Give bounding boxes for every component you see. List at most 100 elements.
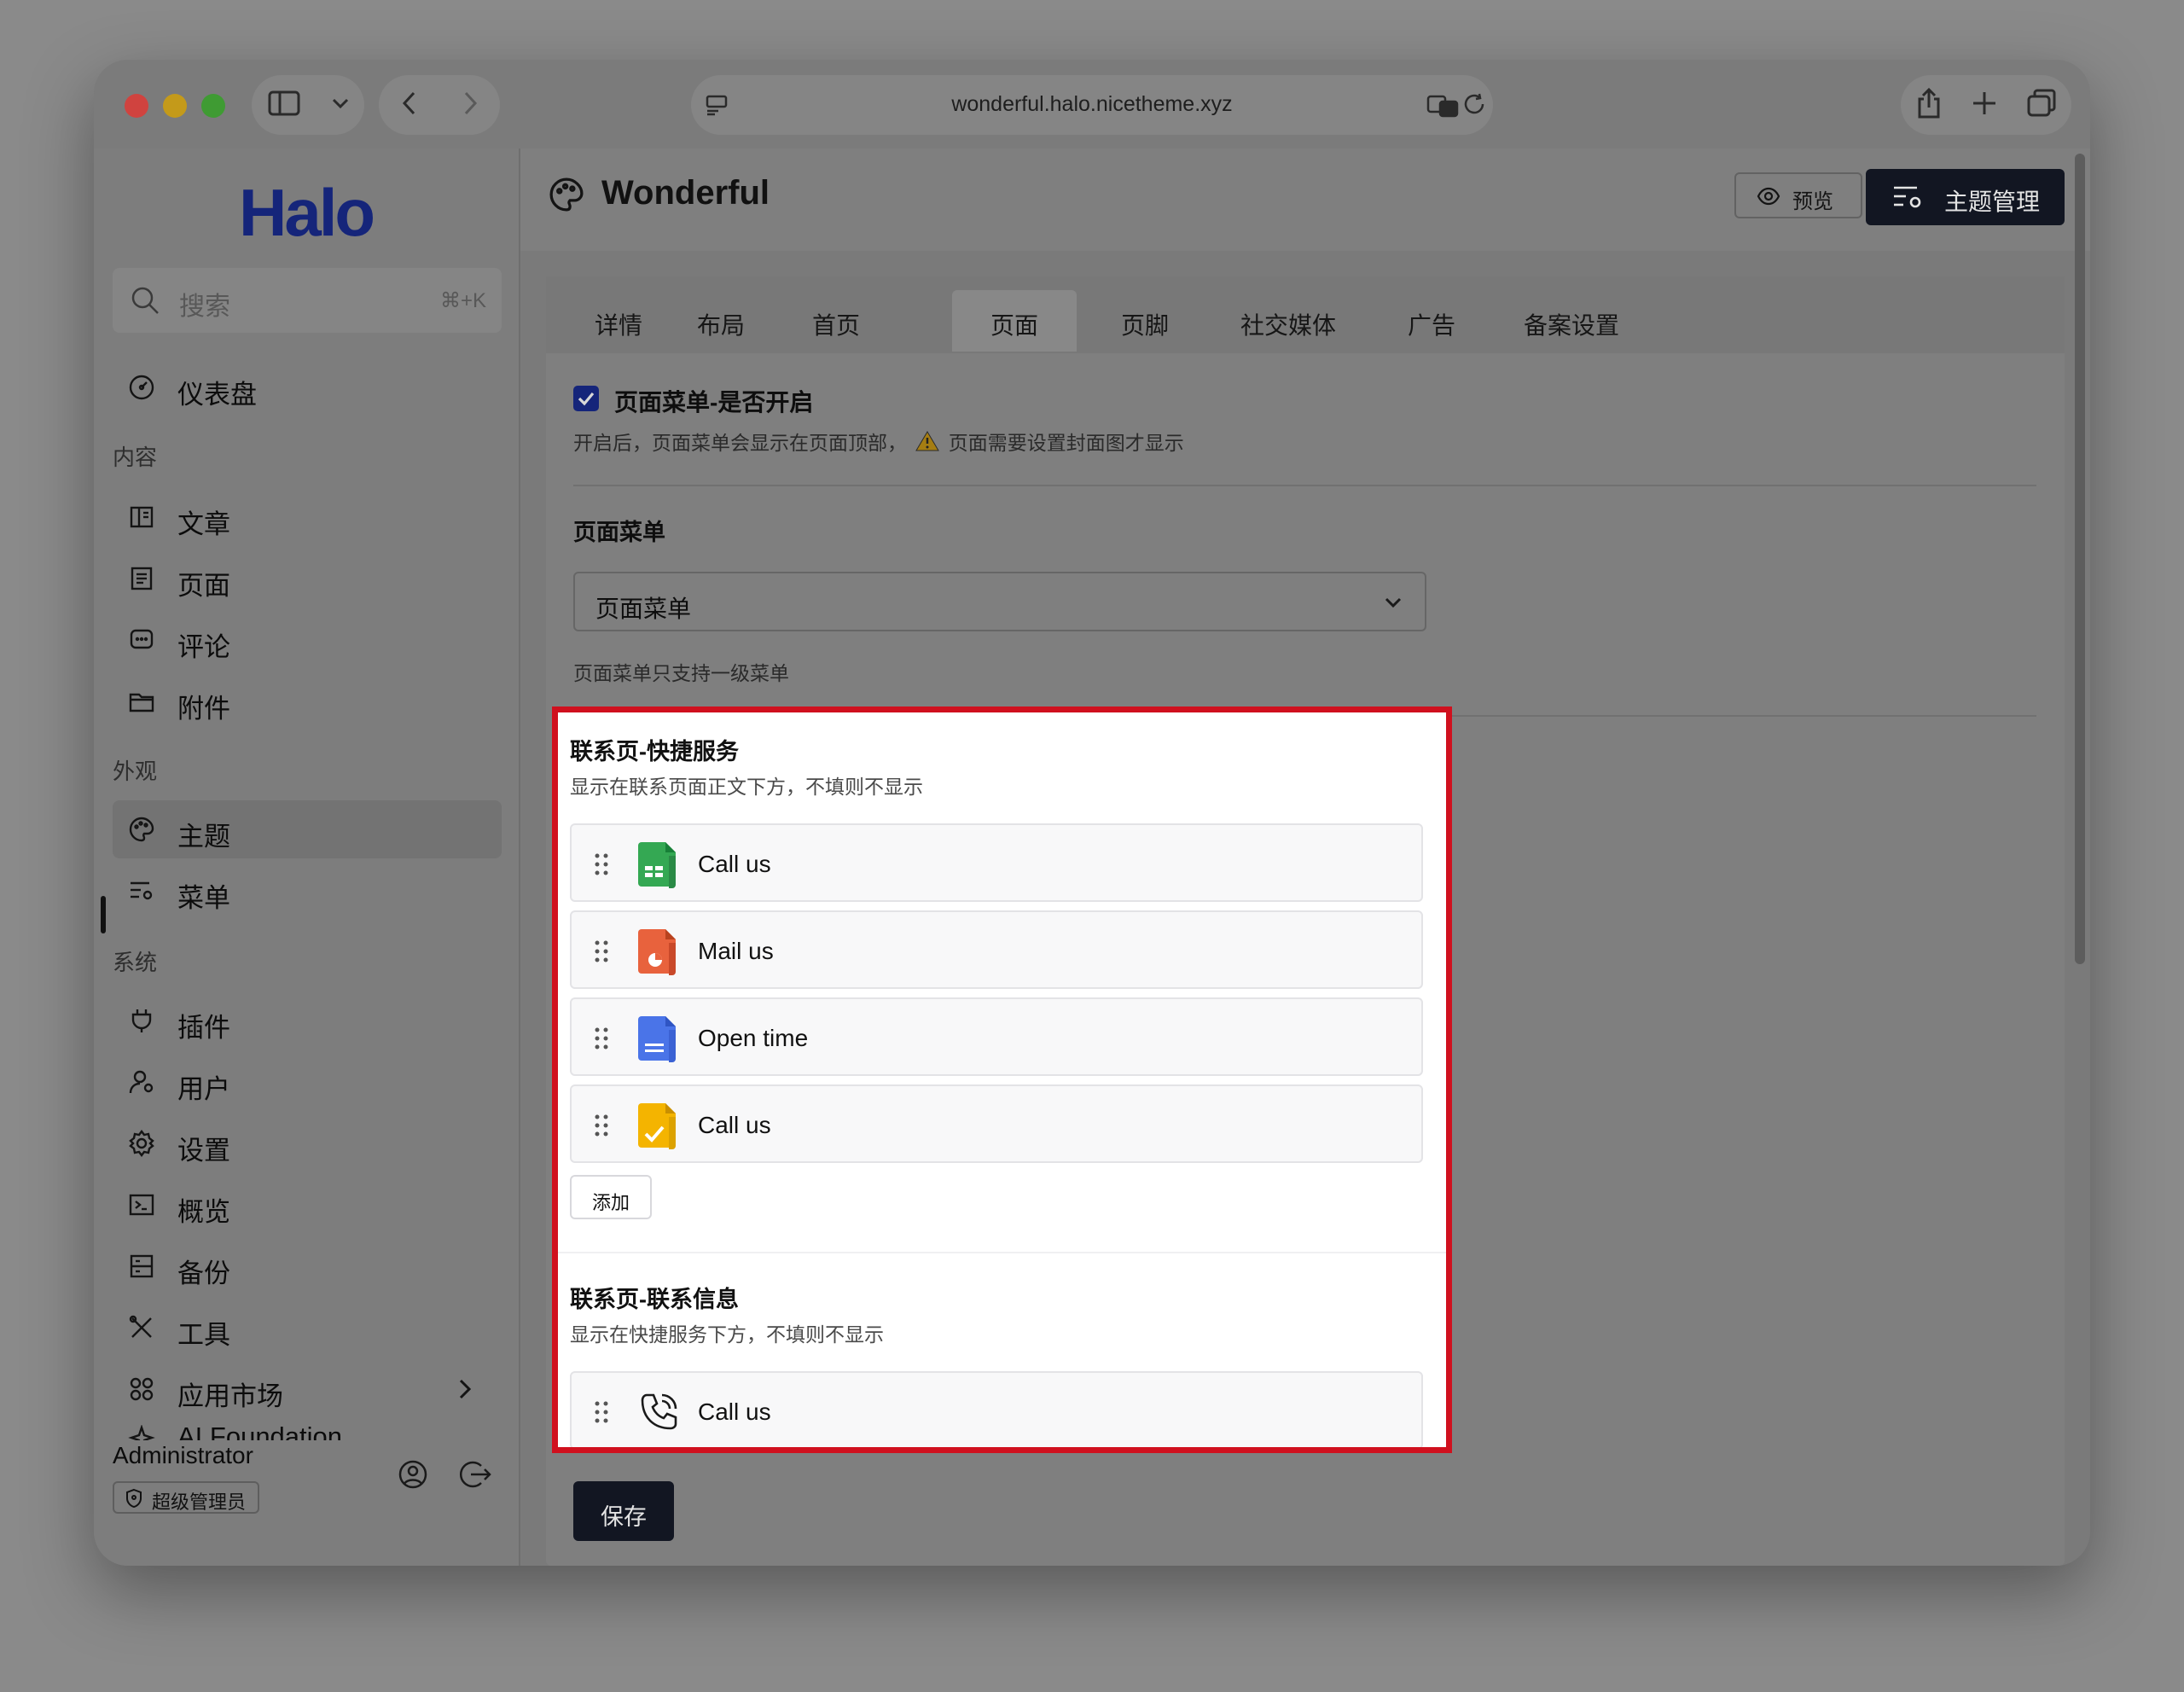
sidebar-item-overview[interactable]: 概览	[113, 1176, 502, 1234]
sidebar: Halo 搜索 ⌘+K 仪表盘 内容 文章 页面 评论 附件 外观 主题 菜单 …	[94, 148, 520, 1566]
list-item[interactable]: Call us	[570, 823, 1423, 902]
backup-icon	[128, 1253, 155, 1280]
sidebar-item-attachments[interactable]: 附件	[113, 672, 502, 730]
new-tab-icon[interactable]	[1972, 90, 1997, 120]
sidebar-item-label: 备份	[177, 1259, 230, 1288]
page-menu-select[interactable]: 页面菜单	[573, 572, 1426, 631]
list-item[interactable]: Call us	[570, 1084, 1423, 1163]
list-item-label: Open time	[698, 1025, 809, 1051]
logout-icon[interactable]	[459, 1459, 491, 1494]
user-icon	[128, 1068, 155, 1096]
palette-icon	[548, 176, 585, 218]
drag-handle-icon[interactable]	[594, 852, 609, 881]
page-menu-checkbox[interactable]	[573, 386, 599, 411]
zoom-window-button[interactable]	[201, 94, 225, 118]
apps-icon	[128, 1375, 155, 1403]
title-bar: wonderful.halo.nicetheme.xyz	[94, 60, 2090, 148]
profile-icon[interactable]	[398, 1459, 428, 1494]
list-item-label: Mail us	[698, 938, 774, 964]
sidebar-item-label: 设置	[177, 1136, 230, 1166]
terminal-icon	[128, 1191, 155, 1218]
sidebar-item-label: 插件	[177, 1013, 230, 1043]
check-icon	[578, 392, 595, 406]
plug-icon	[128, 1007, 155, 1034]
scrollbar[interactable]	[2075, 154, 2085, 964]
sidebar-item-label: 菜单	[177, 883, 230, 913]
window-actions	[1901, 75, 2071, 135]
forward-icon[interactable]	[462, 90, 479, 120]
sidebar-item-ai-foundation[interactable]: AI Foundation	[113, 1422, 502, 1440]
share-icon[interactable]	[1915, 87, 1943, 124]
menu-settings-icon	[128, 877, 155, 904]
sidebar-item-dashboard[interactable]: 仪表盘	[113, 358, 502, 416]
page-menu-value: 页面菜单	[595, 596, 692, 622]
sidebar-item-posts[interactable]: 文章	[113, 488, 502, 546]
tab-page[interactable]: 页面	[952, 290, 1077, 352]
tab-icp[interactable]: 备案设置	[1496, 290, 1647, 352]
spreadsheet-icon	[635, 840, 682, 888]
theme-manage-label: 主题管理	[1944, 189, 2041, 215]
search-icon	[130, 285, 160, 320]
add-button[interactable]: 添加	[570, 1175, 652, 1219]
warning-icon	[915, 430, 940, 457]
list-item[interactable]: Mail us	[570, 910, 1423, 989]
search-input[interactable]: 搜索 ⌘+K	[113, 268, 502, 333]
sidebar-item-menus[interactable]: 菜单	[113, 862, 502, 920]
sidebar-toggle-icon[interactable]	[267, 90, 301, 121]
sidebar-item-tools[interactable]: 工具	[113, 1299, 502, 1357]
drag-handle-icon[interactable]	[594, 1113, 609, 1142]
sidebar-item-users[interactable]: 用户	[113, 1053, 502, 1111]
tab-overview-icon[interactable]	[2026, 89, 2057, 122]
halo-logo[interactable]: Halo	[239, 174, 375, 252]
search-placeholder: 搜索	[179, 293, 230, 321]
sidebar-item-settings[interactable]: 设置	[113, 1114, 502, 1172]
sidebar-item-backup[interactable]: 备份	[113, 1237, 502, 1295]
sidebar-item-label: 页面	[177, 571, 230, 601]
nav-buttons	[379, 75, 500, 135]
book-icon	[128, 503, 155, 531]
sidebar-item-label: 附件	[177, 694, 230, 724]
gear-icon	[128, 1130, 155, 1157]
drag-handle-icon[interactable]	[594, 939, 609, 968]
drag-handle-icon[interactable]	[594, 1400, 609, 1428]
translate-icon[interactable]	[1426, 94, 1459, 122]
sidebar-item-themes[interactable]: 主题	[113, 800, 502, 858]
drag-handle-icon[interactable]	[594, 1026, 609, 1055]
sidebar-item-plugins[interactable]: 插件	[113, 991, 502, 1050]
highlighted-region: 联系页-快捷服务 显示在联系页面正文下方，不填则不显示 Call us Mail…	[552, 706, 1452, 1453]
sidebar-item-pages[interactable]: 页面	[113, 549, 502, 608]
settings-tabs: 详情 布局 首页 页面 页脚 社交媒体 广告 备案设置	[546, 276, 2065, 353]
sidebar-item-app-market[interactable]: 应用市场	[113, 1360, 502, 1418]
sidebar-item-label: 应用市场	[177, 1381, 283, 1411]
sidebar-item-label: AI Foundation	[177, 1422, 343, 1440]
active-indicator	[101, 896, 106, 933]
group-label-appearance: 外观	[113, 759, 158, 784]
page-menu-label: 页面菜单	[573, 520, 665, 545]
save-button[interactable]: 保存	[573, 1481, 674, 1541]
chevron-right-icon	[457, 1377, 473, 1405]
address-bar[interactable]: wonderful.halo.nicetheme.xyz	[691, 75, 1493, 135]
preview-button[interactable]: 预览	[1734, 172, 1862, 218]
close-window-button[interactable]	[125, 94, 148, 118]
folder-icon	[128, 688, 155, 715]
tab-layout[interactable]: 布局	[670, 290, 772, 352]
chevron-down-icon[interactable]	[331, 96, 350, 114]
tab-social[interactable]: 社交媒体	[1220, 290, 1356, 352]
list-item[interactable]: Open time	[570, 997, 1423, 1076]
chevron-down-icon	[1385, 597, 1402, 608]
search-shortcut: ⌘+K	[439, 289, 486, 312]
page-menu-help: 页面菜单只支持一级菜单	[573, 662, 789, 684]
list-item[interactable]: Call us	[570, 1371, 1423, 1447]
sidebar-item-label: 用户	[177, 1074, 230, 1104]
tab-footer[interactable]: 页脚	[1085, 290, 1205, 352]
tab-home[interactable]: 首页	[776, 290, 896, 352]
document-icon	[635, 1015, 682, 1062]
tab-ads[interactable]: 广告	[1380, 290, 1483, 352]
theme-manage-button[interactable]: 主题管理	[1866, 169, 2065, 225]
back-icon[interactable]	[401, 90, 418, 120]
palette-icon	[128, 816, 155, 843]
tab-details[interactable]: 详情	[572, 290, 665, 352]
reload-icon[interactable]	[1462, 92, 1488, 122]
sidebar-item-comments[interactable]: 评论	[113, 611, 502, 669]
minimize-window-button[interactable]	[163, 94, 187, 118]
